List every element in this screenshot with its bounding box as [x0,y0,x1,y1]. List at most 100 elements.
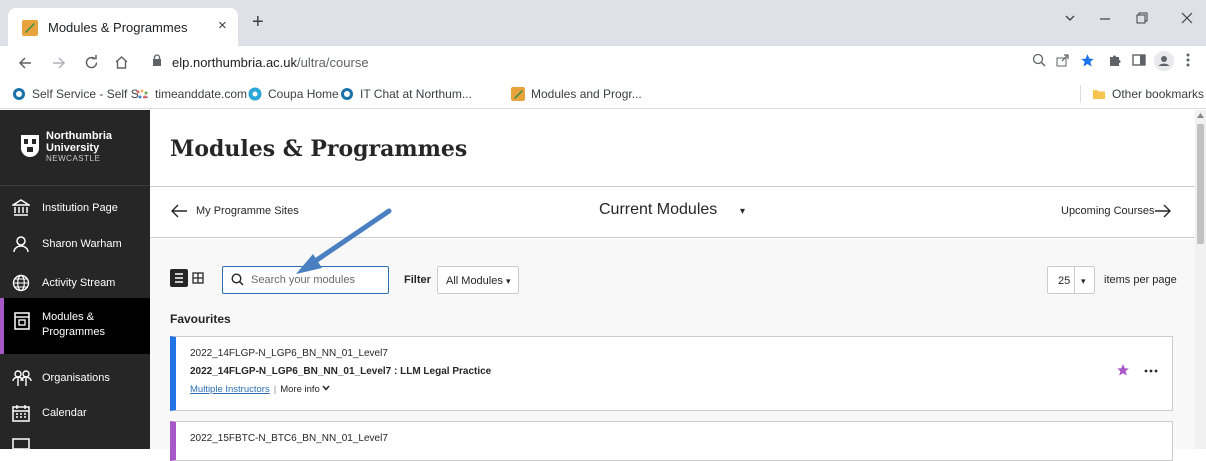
items-per-page-label: items per page [1104,274,1177,286]
sidebar-item-calendar[interactable]: Calendar [0,395,150,431]
bookmarks-bar: Self Service - Self S... timeanddate.com C… [0,79,1206,109]
coupa-icon [248,87,262,101]
favourite-star-icon[interactable] [1116,363,1130,377]
meta-divider: | [273,384,277,395]
select-divider [1074,267,1075,293]
bookmark-item[interactable]: Self Service - Self S... [12,87,149,101]
zoom-icon[interactable] [1032,53,1046,67]
restore-icon[interactable] [1136,12,1148,24]
circle-icon [13,88,25,100]
user-icon [13,236,29,253]
sidebar-item-modules-programmes[interactable]: Modules & Programmes [0,298,150,354]
sidebar-item-label: Activity Stream [42,277,116,289]
instructors-link[interactable]: Multiple Instructors [190,384,270,395]
sidebar-item-label: Organisations [42,372,110,384]
bookmark-item[interactable]: Modules and Progr... [511,87,642,101]
view-toggle[interactable] [170,269,210,289]
bookmarks-divider [1080,85,1081,103]
close-window-icon[interactable] [1181,12,1193,24]
sidebar-item-activity-stream[interactable]: Activity Stream [0,265,150,301]
extensions-icon[interactable] [1108,53,1122,67]
forward-arrow-icon[interactable] [52,56,66,70]
search-box[interactable] [222,266,389,294]
new-tab-button[interactable]: + [252,11,264,34]
circle-icon [341,88,353,100]
share-icon[interactable] [1056,53,1070,67]
kebab-menu-icon[interactable] [1186,53,1190,67]
bookmark-item[interactable]: IT Chat at Northum... [340,87,472,101]
course-code: 2022_14FLGP-N_LGP6_BN_NN_01_Level7 [190,348,388,359]
other-bookmarks-label: Other bookmarks [1112,87,1205,101]
url-path: /ultra/course [297,55,369,70]
tab-close-icon[interactable]: × [218,17,227,34]
left-arrow-icon[interactable] [170,204,188,218]
my-programme-sites-link[interactable]: My Programme Sites [196,205,299,217]
reload-icon[interactable] [84,55,99,70]
bookmark-label: IT Chat at Northum... [360,87,472,101]
address-bar[interactable]: elp.northumbria.ac.uk/ultra/course [144,49,1012,76]
sidebar-item-profile[interactable]: Sharon Warham [0,226,150,262]
grid-view-icon[interactable] [192,272,204,284]
side-panel-icon[interactable] [1132,53,1146,67]
more-info-toggle[interactable]: More info [280,384,331,395]
scroll-up-icon[interactable] [1197,113,1204,118]
back-arrow-icon[interactable] [18,56,32,70]
tab-title: Modules & Programmes [48,20,188,35]
list-icon [175,273,183,283]
chevron-down-icon: ▾ [506,276,511,286]
items-per-page-select[interactable]: 25 ▾ [1047,266,1095,294]
sidebar-item-label: Calendar [42,407,87,419]
filter-value: All Modules [446,275,503,287]
folder-icon [1093,90,1105,99]
university-logo[interactable]: Northumbria University NEWCASTLE [0,110,150,186]
profile-avatar-icon[interactable] [1154,51,1174,71]
more-options-icon[interactable] [1144,369,1158,373]
logo-line-2: University [46,142,100,154]
page-scrollbar[interactable] [1195,110,1206,449]
chevron-down-icon[interactable]: ▾ [740,206,745,217]
main-content: Modules & Programmes My Programme Sites … [150,110,1195,461]
lock-icon[interactable] [152,54,162,67]
organisations-icon [12,370,32,386]
logo-line-3: NEWCASTLE [46,154,101,163]
logo-line-1: Northumbria [46,130,112,142]
course-list-area: Filter All Modules ▾ 25 ▾ items per page… [150,239,1195,461]
bookmark-star-icon[interactable] [1080,53,1095,68]
course-card[interactable]: 2022_15FBTC-N_BTC6_BN_NN_01_Level7 [170,421,1173,461]
university-crest-icon [20,135,40,158]
browser-tab[interactable]: Modules & Programmes × [8,8,238,46]
list-view-button[interactable] [170,269,188,287]
institution-icon [12,199,30,216]
sidebar-item-label: Sharon Warham [42,238,122,250]
right-arrow-icon[interactable] [1154,204,1172,218]
url-text[interactable]: elp.northumbria.ac.uk/ultra/course [172,55,369,70]
current-modules-dropdown[interactable]: Current Modules [599,201,717,219]
filter-select[interactable]: All Modules ▾ [437,266,519,294]
minimize-icon[interactable] [1099,12,1111,24]
course-name-link[interactable]: 2022_14FLGP-N_LGP6_BN_NN_01_Level7 : LLM… [190,366,491,377]
course-card[interactable]: 2022_14FLGP-N_LGP6_BN_NN_01_Level7 2022_… [170,336,1173,411]
tab-search-chevron-icon[interactable] [1064,12,1076,24]
filter-label: Filter [404,274,431,286]
bookmark-label: timeanddate.com [155,87,248,101]
calendar-icon [12,405,30,422]
sidebar: Northumbria University NEWCASTLE Institu… [0,110,150,449]
bookmark-item[interactable]: Coupa Home [248,87,339,101]
favourites-heading: Favourites [170,312,231,326]
sidebar-item-institution-page[interactable]: Institution Page [0,190,150,226]
home-icon[interactable] [114,55,129,70]
upcoming-courses-link[interactable]: Upcoming Courses [1061,205,1155,217]
scrollbar-thumb[interactable] [1197,124,1204,244]
bookmark-label: Modules and Progr... [531,87,642,101]
chevron-down-icon: ▾ [1081,276,1086,286]
sidebar-item-organisations[interactable]: Organisations [0,360,150,396]
bookmark-item[interactable]: timeanddate.com [135,87,247,101]
other-bookmarks[interactable]: Other bookmarks [1092,87,1204,101]
sidebar-item-label: Modules & Programmes [42,310,105,340]
blackboard-favicon-icon [22,20,38,36]
blackboard-icon [511,87,525,101]
sidebar-next-item-icon [12,438,30,449]
items-per-page-value: 25 [1058,275,1071,287]
bookmark-label: Coupa Home [268,87,339,101]
search-input[interactable] [251,271,381,289]
